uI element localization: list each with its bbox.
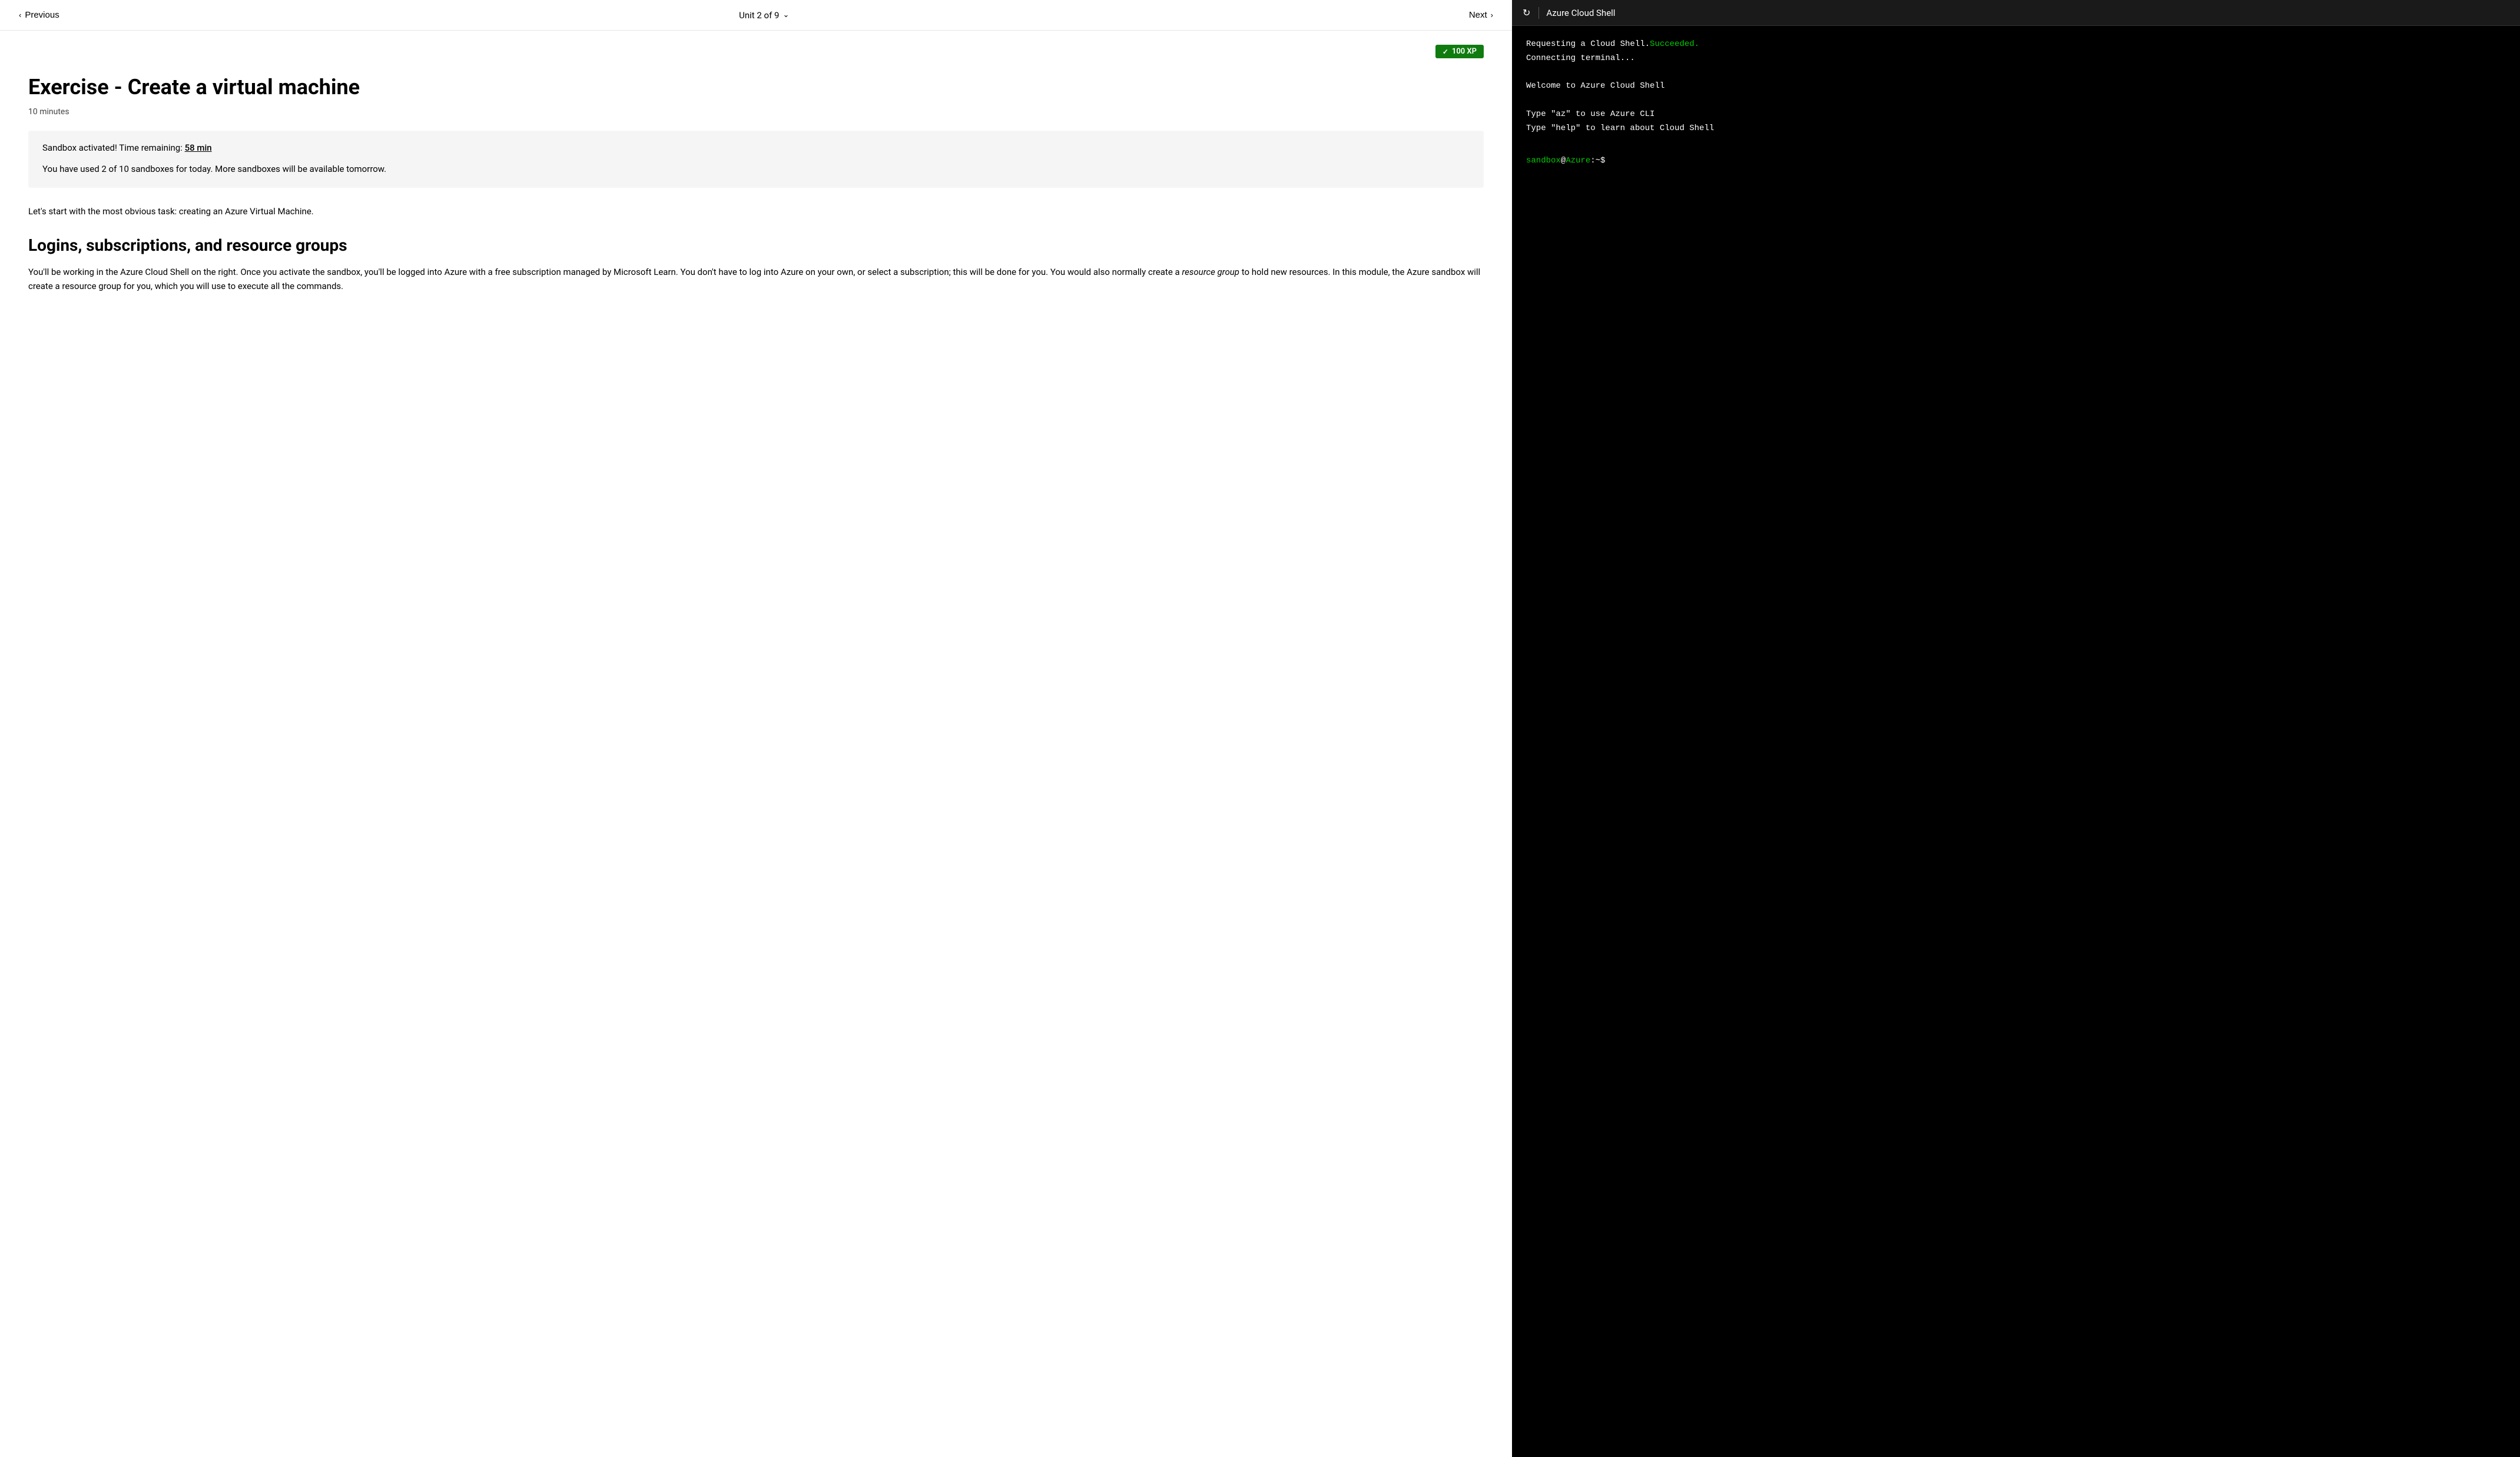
succeeded-text: Succeeded.: [1650, 39, 1699, 49]
previous-button[interactable]: ‹ Previous: [14, 8, 64, 22]
sandbox-time-value: 58 min: [185, 142, 212, 153]
terminal-blank-2: [1526, 94, 2506, 108]
content-area: ✓ 100 XP Exercise - Create a virtual mac…: [0, 31, 1512, 1457]
sandbox-time-label: Sandbox activated! Time remaining:: [42, 142, 183, 153]
xp-badge: ✓ 100 XP: [1435, 45, 1484, 58]
chevron-right-icon: ›: [1491, 11, 1493, 19]
sandbox-quota-text: You have used 2 of 10 sandboxes for toda…: [42, 162, 1470, 176]
terminal-blank-1: [1526, 66, 2506, 80]
terminal-blank-3: [1526, 136, 2506, 150]
chevron-left-icon: ‹: [19, 11, 21, 19]
shell-title: Azure Cloud Shell: [1546, 8, 1615, 18]
shell-header: ↻ Azure Cloud Shell: [1512, 0, 2520, 26]
section1-body: You'll be working in the Azure Cloud She…: [28, 265, 1484, 293]
shell-header-divider: [1538, 7, 1539, 19]
xp-label: 100 XP: [1452, 47, 1477, 56]
chevron-down-icon: ⌄: [782, 11, 789, 19]
terminal-line-4: Type "az" to use Azure CLI: [1526, 108, 2506, 122]
terminal-line-1: Requesting a Cloud Shell.Succeeded.: [1526, 38, 2506, 52]
top-nav: ‹ Previous Unit 2 of 9 ⌄ Next ›: [0, 0, 1512, 31]
refresh-icon: ↻: [1523, 7, 1530, 19]
prompt-at: @: [1561, 154, 1566, 168]
unit-indicator-text: Unit 2 of 9: [739, 10, 779, 21]
terminal-line-2: Connecting terminal...: [1526, 52, 2506, 66]
section1-heading: Logins, subscriptions, and resource grou…: [28, 235, 1484, 255]
unit-indicator[interactable]: Unit 2 of 9 ⌄: [739, 10, 789, 21]
sandbox-box: Sandbox activated! Time remaining: 58 mi…: [28, 131, 1484, 188]
prompt-azure: Azure: [1566, 154, 1590, 168]
italic-resource-group: resource group: [1182, 267, 1239, 277]
terminal[interactable]: Requesting a Cloud Shell.Succeeded. Conn…: [1512, 26, 2520, 1457]
sandbox-time-text: Sandbox activated! Time remaining: 58 mi…: [42, 142, 1470, 153]
intro-text: Let's start with the most obvious task: …: [28, 204, 1484, 218]
checkmark-icon: ✓: [1443, 48, 1448, 56]
article-title: Exercise - Create a virtual machine: [28, 75, 1484, 100]
next-label: Next: [1469, 10, 1487, 20]
article-meta: 10 minutes: [28, 107, 1484, 117]
prompt-rest: :~$: [1590, 154, 1605, 168]
shell-refresh-button[interactable]: ↻: [1521, 6, 1531, 20]
prompt-sandbox: sandbox: [1526, 154, 1561, 168]
left-panel: ‹ Previous Unit 2 of 9 ⌄ Next › ✓ 100 XP…: [0, 0, 1512, 1457]
terminal-line-3: Welcome to Azure Cloud Shell: [1526, 79, 2506, 94]
previous-label: Previous: [25, 10, 59, 20]
right-panel: ↻ Azure Cloud Shell Requesting a Cloud S…: [1512, 0, 2520, 1457]
terminal-line-5: Type "help" to learn about Cloud Shell: [1526, 122, 2506, 136]
terminal-prompt: sandbox @ Azure :~$: [1526, 154, 2506, 168]
next-button[interactable]: Next ›: [1464, 8, 1498, 22]
